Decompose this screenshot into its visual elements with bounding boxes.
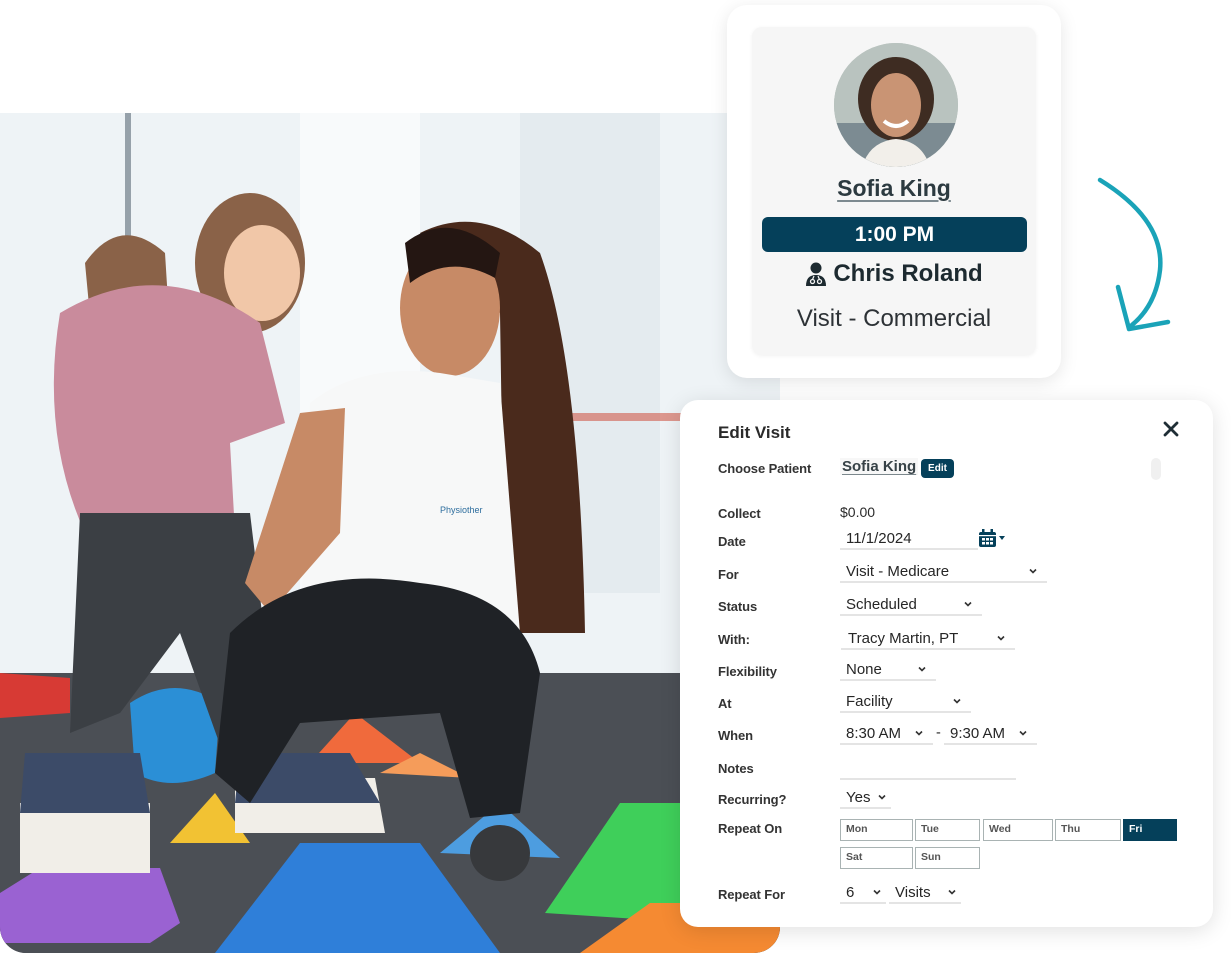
appointment-card-inner: Sofia King 1:00 PM Chris Roland Visit - … [752, 27, 1036, 355]
scrollbar-thumb[interactable] [1151, 458, 1161, 480]
status-value: Scheduled [846, 595, 917, 613]
repeat-days-group: Mon Tue Wed Thu Fri Sat Sun [840, 819, 1180, 873]
end-time-select[interactable]: 9:30 AM [944, 723, 1037, 745]
flexibility-select[interactable]: None [840, 659, 936, 681]
status-select[interactable]: Scheduled [840, 594, 982, 616]
close-icon [1163, 421, 1179, 437]
visit-type-value: Visit - Medicare [846, 562, 950, 580]
label-status: Status [718, 599, 758, 614]
time-range-separator: - [936, 725, 941, 741]
dialog-title: Edit Visit [718, 423, 791, 442]
photo-illustration [0, 113, 780, 953]
edit-patient-button[interactable]: Edit [921, 459, 954, 478]
user-doctor-icon [806, 262, 827, 286]
visit-type: Visit - Commercial [796, 305, 992, 332]
chevron-down-icon [964, 601, 972, 607]
label-recurring: Recurring? [718, 792, 787, 807]
date-value: 11/1/2024 [846, 529, 912, 547]
label-with: With: [718, 632, 750, 647]
chevron-down-icon [873, 889, 881, 895]
appointment-provider: Chris Roland [752, 260, 1036, 288]
chevron-down-icon [1019, 730, 1027, 736]
end-time-value: 9:30 AM [950, 724, 1006, 742]
date-input[interactable]: 11/1/2024 [840, 528, 978, 550]
provider-value: Tracy Martin, PT [848, 629, 959, 647]
recurring-value: Yes [846, 788, 871, 806]
label-flexibility: Flexibility [718, 664, 777, 679]
curved-arrow-down-icon [1097, 177, 1171, 332]
provider-name: Chris Roland [833, 260, 983, 287]
label-when: When [718, 728, 753, 743]
day-toggle-fri[interactable]: Fri [1123, 819, 1177, 841]
patient-avatar [834, 43, 958, 167]
chevron-down-icon [953, 698, 961, 704]
location-value: Facility [846, 692, 893, 710]
day-toggle-wed[interactable]: Wed [983, 819, 1053, 841]
notes-input[interactable] [840, 758, 1016, 780]
day-toggle-mon[interactable]: Mon [840, 819, 913, 841]
repeat-count-value: 6 [846, 883, 855, 901]
edit-visit-dialog: Edit Visit Choose Patient Sofia King Edi… [680, 400, 1213, 927]
chevron-down-icon [1029, 568, 1037, 574]
day-toggle-thu[interactable]: Thu [1055, 819, 1121, 841]
location-select[interactable]: Facility [840, 691, 971, 713]
patient-link[interactable]: Sofia King [840, 458, 919, 475]
day-toggle-tue[interactable]: Tue [915, 819, 980, 841]
avatar-portrait [834, 43, 958, 167]
calendar-icon [979, 529, 1005, 547]
label-collect: Collect [718, 506, 761, 521]
day-toggle-sun[interactable]: Sun [915, 847, 980, 869]
close-button[interactable] [1160, 418, 1182, 440]
label-repeat-on: Repeat On [718, 821, 783, 836]
chevron-down-icon [878, 794, 886, 800]
repeat-count-select[interactable]: 6 [840, 882, 886, 904]
label-date: Date [718, 534, 746, 549]
photo-shirt-text: Physiother [440, 505, 483, 515]
label-at: At [718, 696, 732, 711]
chevron-down-icon [915, 730, 923, 736]
day-toggle-sat[interactable]: Sat [840, 847, 913, 869]
hero-photo: Physiother [0, 113, 780, 953]
provider-select[interactable]: Tracy Martin, PT [841, 628, 1015, 650]
chevron-down-icon [997, 635, 1005, 641]
recurring-select[interactable]: Yes [840, 787, 891, 809]
flexibility-value: None [846, 660, 882, 678]
chevron-down-icon [918, 666, 926, 672]
appointment-time-badge: 1:00 PM [762, 217, 1027, 252]
chevron-down-icon [948, 889, 956, 895]
appointment-card[interactable]: Sofia King 1:00 PM Chris Roland Visit - … [727, 5, 1061, 378]
repeat-unit-select[interactable]: Visits [889, 882, 961, 904]
collect-value: $0.00 [840, 504, 876, 520]
start-time-value: 8:30 AM [846, 724, 902, 742]
visit-type-select[interactable]: Visit - Medicare [840, 561, 1047, 583]
patient-name-link[interactable]: Sofia King [752, 175, 1036, 202]
label-notes: Notes [718, 761, 754, 776]
start-time-select[interactable]: 8:30 AM [840, 723, 933, 745]
label-repeat-for: Repeat For [718, 887, 785, 902]
label-for: For [718, 567, 739, 582]
label-choose-patient: Choose Patient [718, 461, 812, 476]
repeat-unit-value: Visits [895, 883, 931, 901]
date-picker-button[interactable] [978, 529, 1012, 547]
